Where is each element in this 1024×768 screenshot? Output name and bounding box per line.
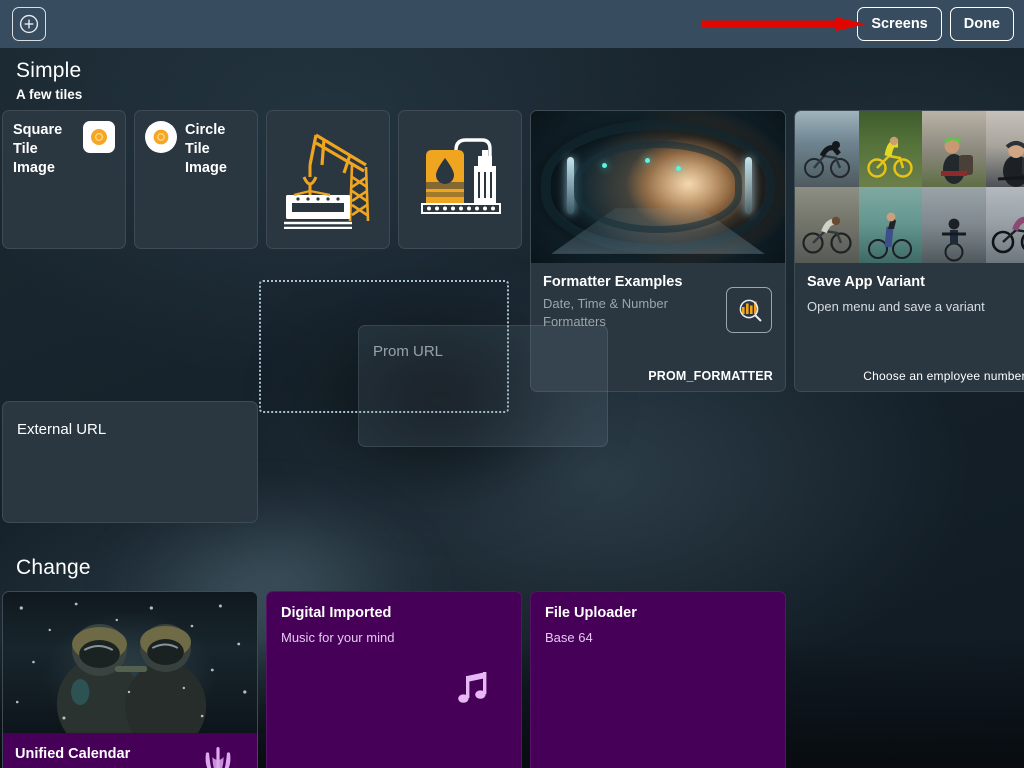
group-subtitle: A few tiles bbox=[16, 87, 83, 102]
plus-circle-icon bbox=[18, 13, 40, 35]
group-header-change: Change bbox=[0, 545, 1024, 587]
oil-refinery-icon bbox=[412, 134, 508, 225]
tile-save-app-variant[interactable]: Save App Variant Open menu and save a va… bbox=[794, 110, 1024, 392]
tile-square-tile-image[interactable]: Square Tile Image bbox=[2, 110, 126, 249]
construction-crane-icon bbox=[280, 125, 376, 234]
tile-title: Square Tile Image bbox=[13, 122, 63, 176]
cyclists-photo-grid bbox=[795, 111, 1024, 263]
group-title: Change bbox=[16, 556, 91, 579]
tile-body: Unified Calendar Dates with attitude bbox=[3, 733, 257, 768]
tile-title: Save App Variant bbox=[807, 274, 925, 290]
tile-body: Digital Imported Music for your mind bbox=[267, 592, 521, 659]
tile-external-url[interactable]: External URL bbox=[2, 401, 258, 523]
tile-circle-tile-image[interactable]: Circle Tile Image bbox=[134, 110, 258, 249]
tile-footer: Choose an employee number :) bbox=[863, 369, 1024, 383]
done-button[interactable]: Done bbox=[949, 7, 1014, 41]
add-tile-button[interactable] bbox=[12, 7, 46, 41]
tile-title: File Uploader bbox=[545, 605, 637, 621]
tile-row-change-1: Unified Calendar Dates with attitude bbox=[0, 591, 1024, 768]
snow-soldiers-photo bbox=[3, 592, 257, 733]
chart-magnifier-icon bbox=[726, 287, 772, 333]
jedi-order-emblem-icon bbox=[201, 745, 235, 768]
screens-button[interactable]: Screens bbox=[857, 7, 942, 41]
orange-ring-square-icon bbox=[83, 121, 115, 153]
top-toolbar: Screens Done bbox=[0, 0, 1024, 48]
tile-title: External URL bbox=[17, 421, 107, 438]
tile-subtitle: Base 64 bbox=[545, 630, 593, 645]
tile-file-uploader[interactable]: File Uploader Base 64 PROM_FILEUPLOADER_… bbox=[530, 591, 786, 768]
music-note-icon bbox=[453, 670, 491, 713]
orange-ring-circle-icon bbox=[145, 121, 177, 153]
group-header-simple: Simple A few tiles bbox=[0, 48, 1024, 110]
tile-subtitle: Music for your mind bbox=[281, 630, 395, 645]
toolbar-left bbox=[0, 7, 46, 41]
group-title: Simple bbox=[16, 59, 82, 82]
tile-footer: PROM_FORMATTER bbox=[648, 369, 773, 383]
tile-editor-screen: Screens Done Simple A few tiles Square T… bbox=[0, 0, 1024, 768]
tile-body: File Uploader Base 64 bbox=[531, 592, 785, 659]
tile-unified-calendar[interactable]: Unified Calendar Dates with attitude bbox=[2, 591, 258, 768]
tile-title: Digital Imported bbox=[281, 605, 392, 621]
tile-digital-imported[interactable]: Digital Imported Music for your mind bbox=[266, 591, 522, 768]
tile-refinery-illustration[interactable] bbox=[398, 110, 522, 249]
tile-crane-illustration[interactable] bbox=[266, 110, 390, 249]
scifi-corridor-photo bbox=[531, 111, 785, 263]
tile-title: Prom URL bbox=[373, 343, 444, 360]
tile-subtitle: Open menu and save a variant bbox=[807, 299, 985, 314]
tile-title: Circle Tile Image bbox=[185, 122, 227, 176]
toolbar-right: Screens Done bbox=[857, 7, 1024, 41]
dragged-tile-prom-url[interactable]: Prom URL bbox=[358, 325, 608, 447]
